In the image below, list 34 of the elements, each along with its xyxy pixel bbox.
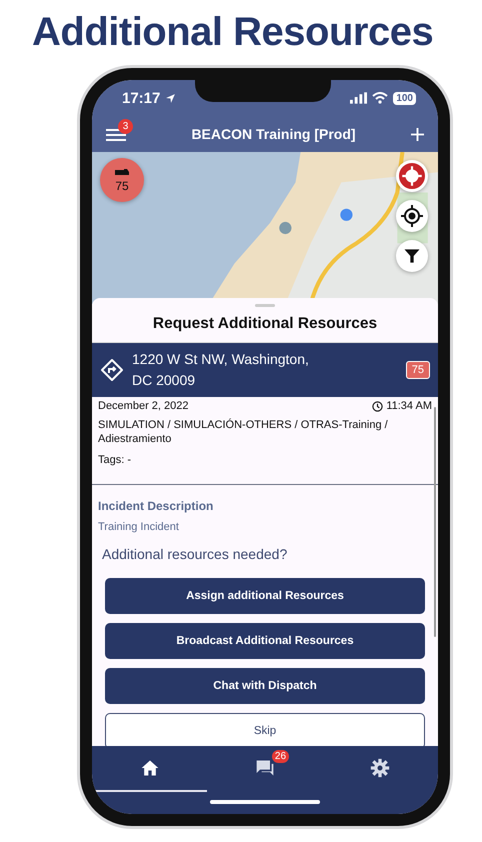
action-button[interactable]: Skip <box>105 713 425 746</box>
notification-badge: 3 <box>118 119 133 134</box>
ambulance-icon <box>114 168 130 176</box>
home-icon <box>140 758 160 778</box>
location-arrow-icon <box>165 92 176 104</box>
signal-icon <box>350 92 368 104</box>
action-button[interactable]: Broadcast Additional Resources <box>105 623 425 659</box>
incident-type: SIMULATION / SIMULACIÓN-OTHERS / OTRAS-Training / Adiestramiento <box>98 418 389 446</box>
chat-icon <box>254 758 275 778</box>
incident-tags: Tags: - <box>98 454 432 466</box>
unit-badge: 75 <box>406 361 430 379</box>
crosshair-icon <box>400 204 424 228</box>
gear-icon <box>370 758 390 778</box>
battery-indicator: 100 <box>393 92 416 104</box>
unit-number: 75 <box>115 178 129 192</box>
unread-badge: 26 <box>272 750 290 763</box>
headline: Additional Resources <box>32 9 434 56</box>
lifebuoy-icon <box>399 163 425 189</box>
description-text: Training Incident <box>98 521 180 533</box>
clock-icon <box>372 400 384 412</box>
drag-handle[interactable] <box>255 304 275 307</box>
action-button[interactable]: Assign additional Resources <box>105 578 425 614</box>
status-time: 17:17 <box>122 90 160 106</box>
wifi-icon <box>372 92 388 104</box>
incident-date: December 2, 2022 <box>98 400 188 412</box>
question-text: Additional resources needed? <box>102 546 288 562</box>
app-title: BEACON Training [Prod] <box>190 126 357 142</box>
incident-time: 11:34 AM <box>386 400 432 412</box>
description-heading: Incident Description <box>98 499 214 513</box>
scrollbar[interactable] <box>434 407 436 637</box>
directions-icon[interactable] <box>100 358 124 382</box>
action-button[interactable]: Chat with Dispatch <box>105 668 425 704</box>
add-icon[interactable] <box>411 128 424 140</box>
address-text: 1220 W St NW, Washington, DC 20009 <box>132 350 310 390</box>
